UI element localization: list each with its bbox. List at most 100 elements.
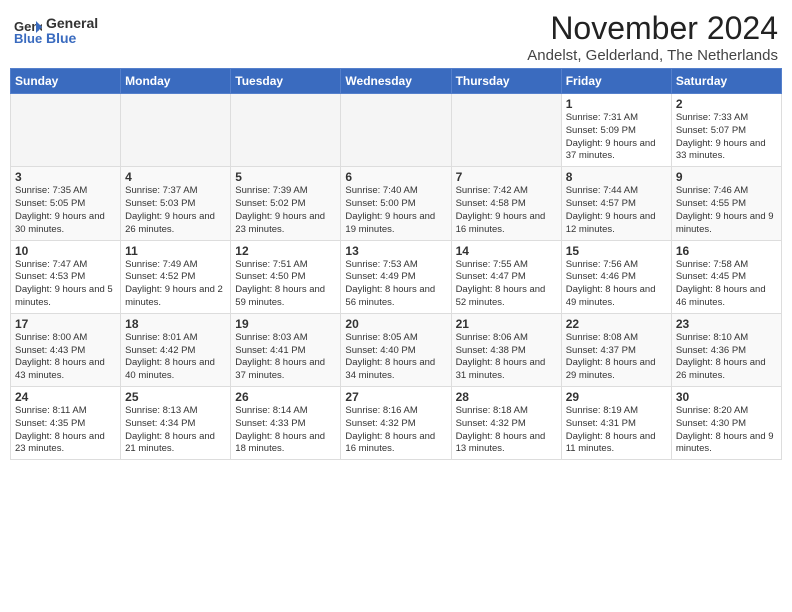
calendar-cell: 16Sunrise: 7:58 AM Sunset: 4:45 PM Dayli… — [671, 240, 781, 313]
calendar-cell: 24Sunrise: 8:11 AM Sunset: 4:35 PM Dayli… — [11, 387, 121, 460]
calendar-week-row: 10Sunrise: 7:47 AM Sunset: 4:53 PM Dayli… — [11, 240, 782, 313]
calendar-cell: 20Sunrise: 8:05 AM Sunset: 4:40 PM Dayli… — [341, 313, 451, 386]
day-info: Sunrise: 8:16 AM Sunset: 4:32 PM Dayligh… — [345, 405, 446, 456]
day-number: 20 — [345, 317, 446, 331]
calendar-week-row: 1Sunrise: 7:31 AM Sunset: 5:09 PM Daylig… — [11, 94, 782, 167]
day-info: Sunrise: 8:05 AM Sunset: 4:40 PM Dayligh… — [345, 332, 446, 383]
logo: General Blue General Blue — [14, 16, 98, 47]
day-info: Sunrise: 8:18 AM Sunset: 4:32 PM Dayligh… — [456, 405, 557, 456]
title-area: November 2024 Andelst, Gelderland, The N… — [527, 10, 778, 64]
day-info: Sunrise: 8:00 AM Sunset: 4:43 PM Dayligh… — [15, 332, 116, 383]
calendar-cell: 7Sunrise: 7:42 AM Sunset: 4:58 PM Daylig… — [451, 167, 561, 240]
calendar-week-row: 3Sunrise: 7:35 AM Sunset: 5:05 PM Daylig… — [11, 167, 782, 240]
day-info: Sunrise: 7:46 AM Sunset: 4:55 PM Dayligh… — [676, 185, 777, 236]
calendar-cell: 21Sunrise: 8:06 AM Sunset: 4:38 PM Dayli… — [451, 313, 561, 386]
day-info: Sunrise: 7:49 AM Sunset: 4:52 PM Dayligh… — [125, 259, 226, 310]
weekday-header: Tuesday — [231, 69, 341, 94]
logo-icon: General Blue — [14, 17, 42, 45]
calendar-cell — [231, 94, 341, 167]
day-info: Sunrise: 7:55 AM Sunset: 4:47 PM Dayligh… — [456, 259, 557, 310]
day-info: Sunrise: 8:14 AM Sunset: 4:33 PM Dayligh… — [235, 405, 336, 456]
calendar-cell: 15Sunrise: 7:56 AM Sunset: 4:46 PM Dayli… — [561, 240, 671, 313]
day-info: Sunrise: 7:40 AM Sunset: 5:00 PM Dayligh… — [345, 185, 446, 236]
day-info: Sunrise: 7:37 AM Sunset: 5:03 PM Dayligh… — [125, 185, 226, 236]
day-info: Sunrise: 7:31 AM Sunset: 5:09 PM Dayligh… — [566, 112, 667, 163]
calendar-cell: 14Sunrise: 7:55 AM Sunset: 4:47 PM Dayli… — [451, 240, 561, 313]
calendar-cell: 5Sunrise: 7:39 AM Sunset: 5:02 PM Daylig… — [231, 167, 341, 240]
day-number: 7 — [456, 170, 557, 184]
calendar-cell: 28Sunrise: 8:18 AM Sunset: 4:32 PM Dayli… — [451, 387, 561, 460]
header: General Blue General Blue November 2024 … — [10, 10, 782, 64]
calendar-cell: 29Sunrise: 8:19 AM Sunset: 4:31 PM Dayli… — [561, 387, 671, 460]
day-number: 12 — [235, 244, 336, 258]
day-info: Sunrise: 8:10 AM Sunset: 4:36 PM Dayligh… — [676, 332, 777, 383]
day-info: Sunrise: 8:06 AM Sunset: 4:38 PM Dayligh… — [456, 332, 557, 383]
day-number: 19 — [235, 317, 336, 331]
day-number: 29 — [566, 390, 667, 404]
calendar-header-row: SundayMondayTuesdayWednesdayThursdayFrid… — [11, 69, 782, 94]
day-number: 13 — [345, 244, 446, 258]
calendar-cell: 1Sunrise: 7:31 AM Sunset: 5:09 PM Daylig… — [561, 94, 671, 167]
day-number: 25 — [125, 390, 226, 404]
day-info: Sunrise: 8:20 AM Sunset: 4:30 PM Dayligh… — [676, 405, 777, 456]
weekday-header: Monday — [121, 69, 231, 94]
month-title: November 2024 — [527, 10, 778, 47]
day-number: 2 — [676, 97, 777, 111]
day-number: 30 — [676, 390, 777, 404]
calendar-cell: 8Sunrise: 7:44 AM Sunset: 4:57 PM Daylig… — [561, 167, 671, 240]
calendar-cell: 9Sunrise: 7:46 AM Sunset: 4:55 PM Daylig… — [671, 167, 781, 240]
day-number: 18 — [125, 317, 226, 331]
calendar-cell: 26Sunrise: 8:14 AM Sunset: 4:33 PM Dayli… — [231, 387, 341, 460]
day-number: 17 — [15, 317, 116, 331]
calendar-cell: 4Sunrise: 7:37 AM Sunset: 5:03 PM Daylig… — [121, 167, 231, 240]
day-info: Sunrise: 7:44 AM Sunset: 4:57 PM Dayligh… — [566, 185, 667, 236]
day-info: Sunrise: 8:11 AM Sunset: 4:35 PM Dayligh… — [15, 405, 116, 456]
calendar-cell: 27Sunrise: 8:16 AM Sunset: 4:32 PM Dayli… — [341, 387, 451, 460]
day-number: 21 — [456, 317, 557, 331]
day-number: 22 — [566, 317, 667, 331]
calendar-cell: 30Sunrise: 8:20 AM Sunset: 4:30 PM Dayli… — [671, 387, 781, 460]
day-number: 14 — [456, 244, 557, 258]
day-number: 27 — [345, 390, 446, 404]
calendar-cell: 12Sunrise: 7:51 AM Sunset: 4:50 PM Dayli… — [231, 240, 341, 313]
weekday-header: Friday — [561, 69, 671, 94]
day-number: 10 — [15, 244, 116, 258]
day-number: 15 — [566, 244, 667, 258]
day-info: Sunrise: 7:42 AM Sunset: 4:58 PM Dayligh… — [456, 185, 557, 236]
day-info: Sunrise: 7:51 AM Sunset: 4:50 PM Dayligh… — [235, 259, 336, 310]
day-number: 28 — [456, 390, 557, 404]
calendar-cell — [11, 94, 121, 167]
day-number: 9 — [676, 170, 777, 184]
weekday-header: Saturday — [671, 69, 781, 94]
calendar-cell: 13Sunrise: 7:53 AM Sunset: 4:49 PM Dayli… — [341, 240, 451, 313]
calendar-cell — [341, 94, 451, 167]
location-subtitle: Andelst, Gelderland, The Netherlands — [527, 47, 778, 64]
calendar-cell: 19Sunrise: 8:03 AM Sunset: 4:41 PM Dayli… — [231, 313, 341, 386]
calendar-cell: 3Sunrise: 7:35 AM Sunset: 5:05 PM Daylig… — [11, 167, 121, 240]
day-info: Sunrise: 8:08 AM Sunset: 4:37 PM Dayligh… — [566, 332, 667, 383]
weekday-header: Thursday — [451, 69, 561, 94]
calendar-cell: 6Sunrise: 7:40 AM Sunset: 5:00 PM Daylig… — [341, 167, 451, 240]
day-number: 5 — [235, 170, 336, 184]
day-info: Sunrise: 7:53 AM Sunset: 4:49 PM Dayligh… — [345, 259, 446, 310]
calendar-cell: 22Sunrise: 8:08 AM Sunset: 4:37 PM Dayli… — [561, 313, 671, 386]
day-number: 23 — [676, 317, 777, 331]
day-info: Sunrise: 7:47 AM Sunset: 4:53 PM Dayligh… — [15, 259, 116, 310]
calendar-cell — [121, 94, 231, 167]
day-info: Sunrise: 7:39 AM Sunset: 5:02 PM Dayligh… — [235, 185, 336, 236]
calendar-cell: 17Sunrise: 8:00 AM Sunset: 4:43 PM Dayli… — [11, 313, 121, 386]
day-info: Sunrise: 8:13 AM Sunset: 4:34 PM Dayligh… — [125, 405, 226, 456]
day-info: Sunrise: 7:35 AM Sunset: 5:05 PM Dayligh… — [15, 185, 116, 236]
logo-line2: Blue — [46, 31, 98, 46]
calendar-week-row: 24Sunrise: 8:11 AM Sunset: 4:35 PM Dayli… — [11, 387, 782, 460]
weekday-header: Sunday — [11, 69, 121, 94]
day-number: 4 — [125, 170, 226, 184]
day-number: 24 — [15, 390, 116, 404]
day-info: Sunrise: 8:01 AM Sunset: 4:42 PM Dayligh… — [125, 332, 226, 383]
day-info: Sunrise: 7:58 AM Sunset: 4:45 PM Dayligh… — [676, 259, 777, 310]
day-info: Sunrise: 8:03 AM Sunset: 4:41 PM Dayligh… — [235, 332, 336, 383]
weekday-header: Wednesday — [341, 69, 451, 94]
svg-text:Blue: Blue — [14, 31, 42, 45]
calendar-week-row: 17Sunrise: 8:00 AM Sunset: 4:43 PM Dayli… — [11, 313, 782, 386]
calendar-cell: 25Sunrise: 8:13 AM Sunset: 4:34 PM Dayli… — [121, 387, 231, 460]
